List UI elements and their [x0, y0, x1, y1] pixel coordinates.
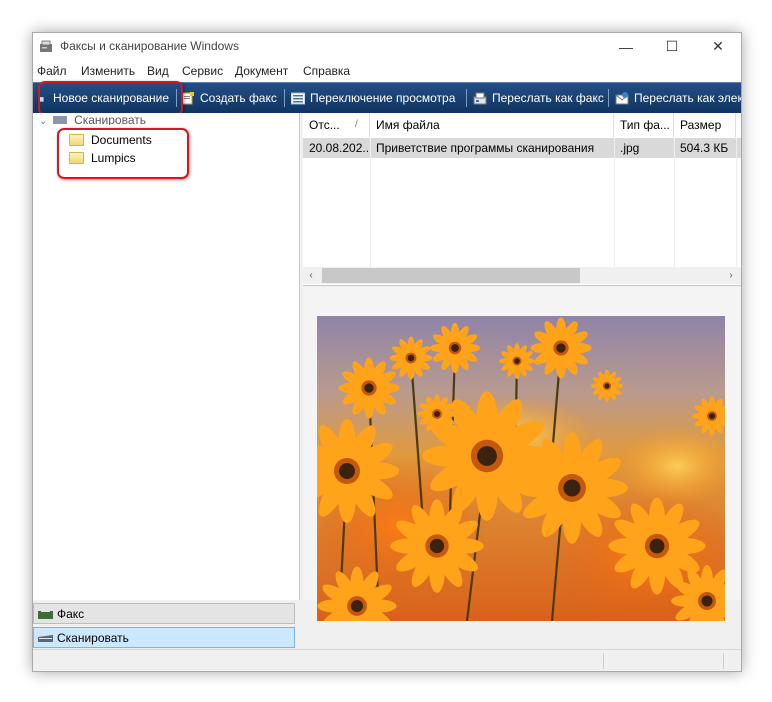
create-fax-label: Создать факс	[200, 91, 277, 105]
nav-fax-label: Факс	[57, 606, 85, 621]
column-divider	[614, 137, 615, 267]
forward-as-fax-label: Переслать как факс	[492, 91, 604, 105]
toolbar-separator	[608, 89, 609, 107]
menu-view[interactable]: Вид	[147, 64, 169, 78]
column-divider	[674, 137, 675, 267]
scanner-icon	[38, 634, 53, 642]
minimize-button[interactable]: —	[603, 33, 649, 60]
fax-machine-icon	[473, 92, 487, 104]
maximize-button[interactable]: ☐	[649, 33, 695, 60]
folder-icon	[69, 152, 84, 164]
fax-and-scan-window: Факсы и сканирование Windows — ☐ ✕ Файл …	[32, 32, 742, 672]
new-scan-button[interactable]: Новое сканирование	[39, 83, 169, 113]
tree-root-label: Сканировать	[74, 113, 147, 125]
file-list: Отс... / Имя файла Тип фа... Размер 20.0…	[303, 113, 741, 286]
title-bar: Факсы и сканирование Windows — ☐ ✕	[33, 33, 741, 60]
new-fax-icon	[181, 91, 194, 104]
scroll-left-icon[interactable]: ‹	[303, 267, 319, 284]
column-header-filename[interactable]: Имя файла	[370, 113, 614, 137]
cell-size: 504.3 КБ	[680, 141, 729, 155]
scanner-icon	[52, 116, 67, 124]
menu-bar: Файл Изменить Вид Сервис Документ Справк…	[33, 60, 741, 82]
orange-daisies-photo	[317, 316, 725, 621]
sort-indicator-icon: /	[355, 119, 358, 130]
preview-pane	[303, 287, 741, 621]
column-divider	[736, 137, 737, 267]
forward-as-email-label: Переслать как элек	[634, 91, 742, 105]
toggle-view-icon	[291, 92, 305, 104]
folder-label: Documents	[91, 133, 152, 147]
toolbar-separator	[466, 89, 467, 107]
collapse-icon[interactable]: ⌄	[39, 116, 47, 125]
create-fax-button[interactable]: Создать факс	[181, 83, 277, 113]
column-divider	[370, 137, 371, 267]
menu-file[interactable]: Файл	[37, 64, 67, 78]
toolbar: Новое сканирование Создать факс Переключ…	[33, 82, 741, 113]
folder-tree-pane: ⌄ Сканировать Documents Lumpics	[33, 113, 300, 600]
cell-type: .jpg	[620, 141, 640, 155]
fax-icon	[38, 608, 53, 619]
cell-date: 20.08.202...	[309, 141, 370, 155]
table-row[interactable]: 20.08.202... Приветствие программы скани…	[303, 138, 741, 158]
window-title: Факсы и сканирование Windows	[60, 39, 239, 53]
toggle-view-label: Переключение просмотра	[310, 91, 456, 105]
status-separator	[723, 653, 724, 669]
forward-as-email-button[interactable]: Переслать как элек	[615, 83, 742, 113]
nav-scan-button[interactable]: Сканировать	[33, 627, 295, 648]
tree-folder-documents[interactable]: Documents	[69, 131, 152, 149]
toolbar-separator	[176, 89, 177, 107]
toggle-view-button[interactable]: Переключение просмотра	[291, 83, 455, 113]
status-bar	[33, 649, 741, 671]
column-header-label: Тип фа...	[620, 118, 670, 132]
tree-root[interactable]: ⌄ Сканировать	[39, 113, 146, 125]
column-header-label: Имя файла	[376, 118, 440, 132]
cell-filename: Приветствие программы сканирования	[376, 141, 595, 155]
menu-edit[interactable]: Изменить	[81, 64, 135, 78]
menu-help[interactable]: Справка	[303, 64, 350, 78]
status-separator	[603, 653, 604, 669]
email-icon	[615, 91, 629, 104]
new-scan-label: Новое сканирование	[53, 91, 170, 105]
folder-icon	[69, 134, 84, 146]
column-header-date[interactable]: Отс... /	[303, 113, 370, 137]
horizontal-scrollbar[interactable]: ‹ ›	[303, 267, 741, 284]
menu-document[interactable]: Документ	[235, 64, 288, 78]
column-header-type[interactable]: Тип фа...	[614, 113, 674, 137]
tree-folder-lumpics[interactable]: Lumpics	[69, 149, 136, 167]
scrollbar-thumb[interactable]	[322, 268, 580, 283]
column-header-label: Отс...	[309, 118, 340, 132]
folder-label: Lumpics	[91, 151, 136, 165]
toolbar-separator	[284, 89, 285, 107]
scanner-icon	[39, 96, 44, 102]
column-header-label: Размер	[680, 118, 722, 132]
fax-app-icon	[40, 40, 52, 52]
column-header-size[interactable]: Размер	[674, 113, 736, 137]
nav-fax-button[interactable]: Факс	[33, 603, 295, 624]
scroll-right-icon[interactable]: ›	[723, 267, 739, 284]
forward-as-fax-button[interactable]: Переслать как факс	[473, 83, 604, 113]
close-button[interactable]: ✕	[695, 33, 741, 60]
menu-tools[interactable]: Сервис	[182, 64, 223, 78]
nav-scan-label: Сканировать	[57, 630, 129, 645]
